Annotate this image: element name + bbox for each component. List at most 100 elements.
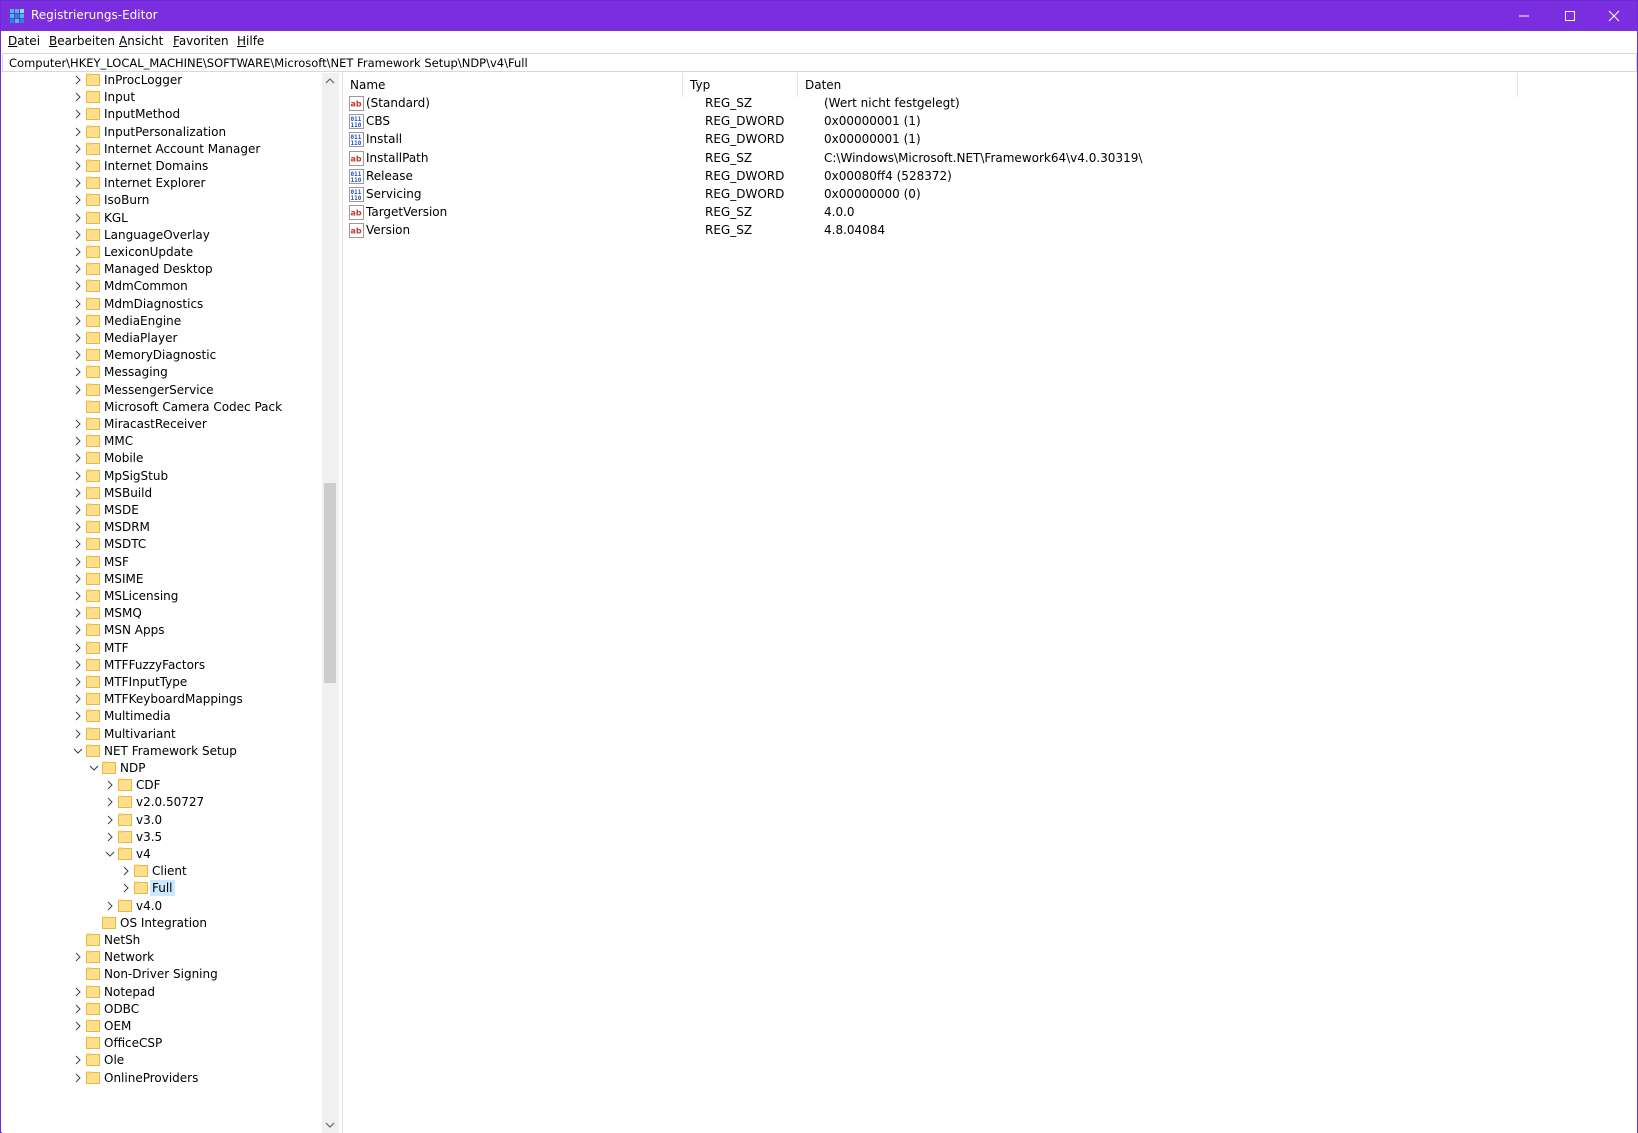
tree-item[interactable]: Mobile bbox=[2, 449, 322, 467]
chevron-right-icon[interactable] bbox=[72, 1072, 84, 1084]
tree-item[interactable]: InputMethod bbox=[2, 105, 322, 123]
tree-scrollbar[interactable] bbox=[322, 73, 338, 1133]
chevron-right-icon[interactable] bbox=[72, 710, 84, 722]
close-button[interactable] bbox=[1591, 1, 1637, 31]
tree-item[interactable]: ODBC bbox=[2, 1000, 322, 1018]
chevron-right-icon[interactable] bbox=[72, 74, 84, 86]
chevron-down-icon[interactable] bbox=[88, 762, 100, 774]
chevron-right-icon[interactable] bbox=[72, 693, 84, 705]
scroll-down-icon[interactable] bbox=[322, 1117, 338, 1133]
scroll-thumb[interactable] bbox=[324, 483, 336, 683]
tree-item[interactable]: NetSh bbox=[2, 931, 322, 949]
tree-item[interactable]: Full bbox=[2, 879, 322, 897]
tree-item[interactable]: OS Integration bbox=[2, 914, 322, 932]
chevron-right-icon[interactable] bbox=[120, 882, 132, 894]
tree-item[interactable]: OEM bbox=[2, 1017, 322, 1035]
tree-item[interactable]: OnlineProviders bbox=[2, 1069, 322, 1087]
chevron-right-icon[interactable] bbox=[72, 315, 84, 327]
chevron-right-icon[interactable] bbox=[72, 487, 84, 499]
tree-item[interactable]: MdmDiagnostics bbox=[2, 295, 322, 313]
tree-item[interactable]: MSDTC bbox=[2, 535, 322, 553]
tree-item[interactable]: OfficeCSP bbox=[2, 1034, 322, 1052]
chevron-right-icon[interactable] bbox=[72, 246, 84, 258]
tree-item[interactable]: v4.0 bbox=[2, 897, 322, 915]
chevron-right-icon[interactable] bbox=[72, 504, 84, 516]
menu-ansicht[interactable]: Ansicht bbox=[119, 34, 163, 48]
chevron-right-icon[interactable] bbox=[72, 366, 84, 378]
menu-hilfe[interactable]: Hilfe bbox=[237, 34, 264, 48]
tree-item[interactable]: MSIME bbox=[2, 570, 322, 588]
chevron-right-icon[interactable] bbox=[72, 986, 84, 998]
tree-item[interactable]: KGL bbox=[2, 209, 322, 227]
chevron-right-icon[interactable] bbox=[72, 384, 84, 396]
tree-item[interactable]: v2.0.50727 bbox=[2, 793, 322, 811]
chevron-right-icon[interactable] bbox=[72, 1054, 84, 1066]
tree-item[interactable]: Non-Driver Signing bbox=[2, 965, 322, 983]
chevron-right-icon[interactable] bbox=[72, 229, 84, 241]
tree-item[interactable]: Managed Desktop bbox=[2, 260, 322, 278]
tree-item[interactable]: Internet Domains bbox=[2, 157, 322, 175]
chevron-right-icon[interactable] bbox=[72, 263, 84, 275]
value-row[interactable]: ab InstallPath REG_SZ C:\Windows\Microsoft.… bbox=[343, 149, 1543, 168]
chevron-right-icon[interactable] bbox=[104, 779, 116, 791]
chevron-right-icon[interactable] bbox=[72, 1020, 84, 1032]
maximize-button[interactable] bbox=[1547, 1, 1593, 31]
chevron-right-icon[interactable] bbox=[72, 556, 84, 568]
tree-item[interactable]: NDP bbox=[2, 759, 322, 777]
tree-item[interactable]: MdmCommon bbox=[2, 277, 322, 295]
tree-item[interactable]: NET Framework Setup bbox=[2, 742, 322, 760]
tree-item[interactable]: v3.0 bbox=[2, 811, 322, 829]
title-bar[interactable]: Registrierungs-Editor bbox=[1, 1, 1637, 31]
tree-item[interactable]: MiracastReceiver bbox=[2, 415, 322, 433]
tree-item[interactable]: MSF bbox=[2, 553, 322, 571]
chevron-right-icon[interactable] bbox=[72, 177, 84, 189]
tree-item[interactable]: MSMQ bbox=[2, 604, 322, 622]
tree-item[interactable]: MessengerService bbox=[2, 381, 322, 399]
tree-item[interactable]: MMC bbox=[2, 432, 322, 450]
chevron-right-icon[interactable] bbox=[72, 659, 84, 671]
tree-item[interactable]: MpSigStub bbox=[2, 467, 322, 485]
chevron-right-icon[interactable] bbox=[72, 160, 84, 172]
tree-item[interactable]: MTFKeyboardMappings bbox=[2, 690, 322, 708]
tree-item[interactable]: Messaging bbox=[2, 363, 322, 381]
chevron-right-icon[interactable] bbox=[72, 349, 84, 361]
address-bar[interactable]: Computer\HKEY_LOCAL_MACHINE\SOFTWARE\Mic… bbox=[2, 53, 1637, 72]
tree-item[interactable]: MTFInputType bbox=[2, 673, 322, 691]
tree-item[interactable]: MSDE bbox=[2, 501, 322, 519]
tree-item[interactable]: MediaEngine bbox=[2, 312, 322, 330]
value-row[interactable]: 011 110 CBS REG_DWORD 0x00000001 (1) bbox=[343, 112, 1543, 131]
menu-favoriten[interactable]: Favoriten bbox=[173, 34, 229, 48]
tree-item[interactable]: Internet Explorer bbox=[2, 174, 322, 192]
chevron-right-icon[interactable] bbox=[72, 470, 84, 482]
chevron-right-icon[interactable] bbox=[72, 332, 84, 344]
tree-item[interactable]: Network bbox=[2, 948, 322, 966]
menu-datei[interactable]: Datei bbox=[8, 34, 40, 48]
value-row[interactable]: 011 110 Release REG_DWORD 0x00080ff4 (528372… bbox=[343, 167, 1543, 186]
tree-item[interactable]: InputPersonalization bbox=[2, 123, 322, 141]
tree-item[interactable]: LexiconUpdate bbox=[2, 243, 322, 261]
chevron-right-icon[interactable] bbox=[72, 573, 84, 585]
tree-item[interactable]: Internet Account Manager bbox=[2, 140, 322, 158]
chevron-right-icon[interactable] bbox=[72, 624, 84, 636]
chevron-right-icon[interactable] bbox=[104, 900, 116, 912]
chevron-right-icon[interactable] bbox=[72, 590, 84, 602]
tree-item[interactable]: LanguageOverlay bbox=[2, 226, 322, 244]
chevron-right-icon[interactable] bbox=[72, 91, 84, 103]
tree-item[interactable]: MSN Apps bbox=[2, 621, 322, 639]
chevron-right-icon[interactable] bbox=[72, 1003, 84, 1015]
tree-item[interactable]: Multivariant bbox=[2, 725, 322, 743]
tree-item[interactable]: v3.5 bbox=[2, 828, 322, 846]
tree-item[interactable]: Microsoft Camera Codec Pack bbox=[2, 398, 322, 416]
chevron-right-icon[interactable] bbox=[72, 538, 84, 550]
tree-item[interactable]: MSDRM bbox=[2, 518, 322, 536]
tree-item[interactable]: MSBuild bbox=[2, 484, 322, 502]
tree-item[interactable]: Multimedia bbox=[2, 707, 322, 725]
scroll-up-icon[interactable] bbox=[322, 73, 338, 89]
tree-item[interactable]: v4 bbox=[2, 845, 322, 863]
tree-item[interactable]: Client bbox=[2, 862, 322, 880]
chevron-right-icon[interactable] bbox=[72, 280, 84, 292]
chevron-right-icon[interactable] bbox=[72, 108, 84, 120]
chevron-right-icon[interactable] bbox=[72, 452, 84, 464]
value-row[interactable]: ab (Standard) REG_SZ (Wert nicht festgelegt… bbox=[343, 94, 1543, 113]
tree-item[interactable]: CDF bbox=[2, 776, 322, 794]
